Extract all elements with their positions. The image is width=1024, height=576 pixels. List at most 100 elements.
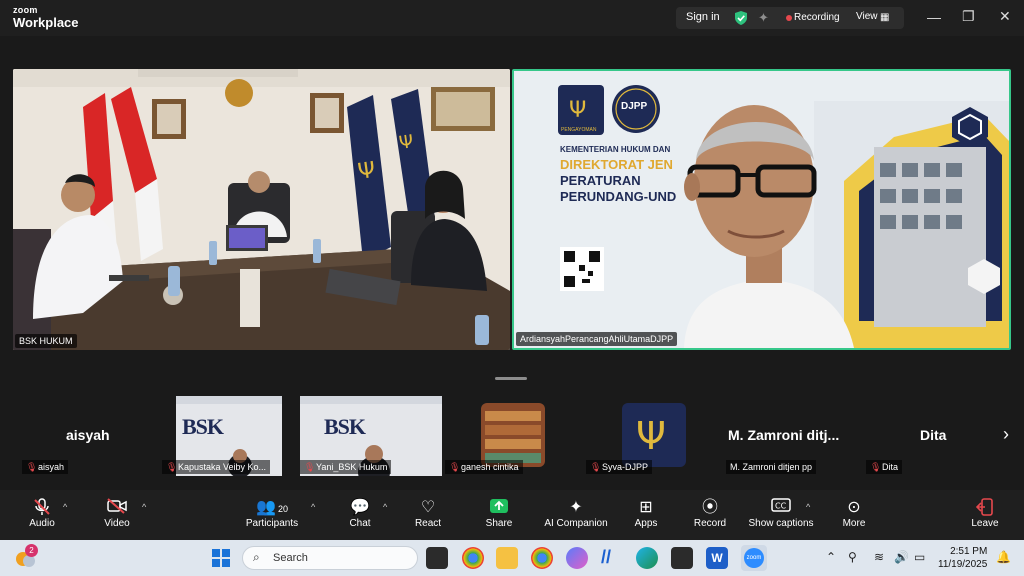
resize-handle[interactable] bbox=[495, 377, 527, 380]
mic-muted-icon bbox=[26, 498, 58, 518]
windows-taskbar: 2 ⌕ Search // W zoom ⌃ ⚲ ≋ 🔊 ▭ 2:51 PM 1… bbox=[0, 540, 1024, 576]
video-label: Video bbox=[104, 518, 130, 529]
search-placeholder: Search bbox=[273, 552, 308, 564]
clock-time: 2:51 PM bbox=[950, 546, 988, 557]
video-tile-active-speaker[interactable]: Ψ KEMENTERIAN HUKUM DAN DIREKTORAT JEN P… bbox=[512, 69, 1011, 350]
notification-badge: 2 bbox=[25, 544, 38, 557]
leave-button[interactable]: Leave bbox=[970, 498, 1000, 529]
participant-label-text: M. Zamroni ditjen pp bbox=[730, 462, 813, 472]
participant-display-name: Dita bbox=[920, 427, 947, 443]
grid-view-icon[interactable]: ▦ bbox=[880, 12, 889, 23]
share-label: Share bbox=[485, 518, 513, 529]
video-off-icon bbox=[101, 498, 133, 518]
zoom-app-icon-active[interactable]: zoom bbox=[741, 545, 767, 571]
participant-label-text: Kapustaka Veiby Ko... bbox=[178, 462, 267, 472]
notifications-bell-icon[interactable]: 🔔 bbox=[996, 550, 1011, 564]
chat-label: Chat bbox=[349, 518, 371, 529]
copilot-icon[interactable] bbox=[566, 547, 588, 569]
ai-companion-button[interactable]: ✦ AI Companion bbox=[544, 498, 608, 529]
participant-avatar-image bbox=[481, 403, 545, 467]
title-bar: zoom Workplace Sign in ✦ Recording View … bbox=[0, 0, 1024, 36]
audio-button[interactable]: Audio bbox=[26, 498, 58, 529]
location-icon[interactable]: ⚲ bbox=[848, 550, 857, 564]
task-view-icon[interactable] bbox=[426, 547, 448, 569]
more-label: More bbox=[842, 518, 866, 529]
slide-line-4: PERUNDANG-UND bbox=[560, 189, 677, 204]
participant-label-text: Syva-DJPP bbox=[602, 462, 649, 472]
recording-indicator-icon bbox=[786, 15, 792, 21]
chrome-profile-icon[interactable] bbox=[531, 547, 553, 569]
security-shield-icon[interactable] bbox=[735, 11, 747, 25]
chat-options-caret-icon[interactable]: ^ bbox=[383, 502, 387, 512]
video-options-caret-icon[interactable]: ^ bbox=[142, 502, 146, 512]
chat-icon: 💬 bbox=[350, 499, 370, 516]
system-clock[interactable]: 2:51 PM 11/19/2025 bbox=[938, 545, 987, 571]
sign-in-button[interactable]: Sign in bbox=[686, 11, 720, 23]
participants-options-caret-icon[interactable]: ^ bbox=[311, 502, 315, 512]
show-hidden-icons-chevron[interactable]: ⌃ bbox=[826, 550, 836, 564]
more-button[interactable]: ⊙ More bbox=[840, 498, 868, 529]
mic-muted-icon: 🎙 bbox=[166, 462, 178, 472]
app-slash-icon[interactable]: // bbox=[601, 547, 623, 569]
recording-status[interactable]: Recording bbox=[794, 12, 840, 23]
participant-tile[interactable]: 🎙 ganesh cintika bbox=[445, 396, 583, 476]
participant-label-text: ganesh cintika bbox=[461, 462, 519, 472]
wifi-icon[interactable]: ≋ bbox=[874, 550, 884, 564]
windows-start-icon[interactable] bbox=[212, 549, 230, 572]
participants-icon: 👥 20 bbox=[256, 499, 288, 516]
ai-sparkle-icon: ✦ bbox=[569, 499, 583, 516]
view-button[interactable]: View bbox=[856, 11, 878, 22]
audio-options-caret-icon[interactable]: ^ bbox=[63, 502, 67, 512]
chrome-icon[interactable] bbox=[462, 547, 484, 569]
leave-door-icon bbox=[970, 498, 1000, 518]
more-dots-icon: ⊙ bbox=[847, 499, 861, 516]
participants-button[interactable]: 👥 20 Participants bbox=[244, 498, 300, 529]
participant-name-label: 🎙 Dita bbox=[866, 460, 903, 474]
react-button[interactable]: ♡ React bbox=[412, 498, 444, 529]
participant-tile[interactable]: aisyah 🎙 aisyah bbox=[18, 396, 158, 476]
close-icon[interactable]: ✕ bbox=[999, 8, 1011, 25]
apps-button[interactable]: ⊞ Apps bbox=[632, 498, 660, 529]
chat-button[interactable]: 💬 Chat bbox=[346, 498, 374, 529]
edge-icon[interactable] bbox=[636, 547, 658, 569]
svg-text:Ψ: Ψ bbox=[356, 158, 377, 185]
record-label: Record bbox=[693, 518, 727, 529]
pengayoman-logo-avatar: Ψ bbox=[622, 403, 686, 467]
svg-text:Ψ: Ψ bbox=[636, 414, 666, 458]
participant-tile[interactable]: Dita 🎙 Dita bbox=[866, 396, 986, 476]
weather-widget-icon[interactable]: 2 bbox=[14, 544, 38, 569]
svg-text:CC: CC bbox=[775, 502, 787, 511]
mic-muted-icon: 🎙 bbox=[304, 462, 316, 472]
word-icon[interactable]: W bbox=[706, 547, 728, 569]
participant-name-label: M. Zamroni ditjen pp bbox=[726, 460, 817, 474]
file-explorer-icon[interactable] bbox=[496, 547, 518, 569]
sticky-notes-icon[interactable] bbox=[671, 547, 693, 569]
minimize-icon[interactable]: — bbox=[927, 9, 941, 25]
taskbar-search-box[interactable]: ⌕ Search bbox=[242, 546, 418, 570]
slide-line-2: DIREKTORAT JEN bbox=[560, 157, 673, 172]
participant-name-label: 🎙 aisyah bbox=[22, 460, 69, 474]
next-page-chevron-icon[interactable]: › bbox=[1003, 424, 1009, 445]
show-captions-button[interactable]: CC Show captions bbox=[748, 498, 814, 529]
battery-icon[interactable]: ▭ bbox=[914, 550, 925, 564]
participant-tile[interactable]: BSK 🎙 Kapustaka Veiby Ko... bbox=[162, 396, 284, 476]
participant-name-label: BSK HUKUM bbox=[15, 334, 77, 348]
volume-icon[interactable]: 🔊 bbox=[894, 550, 909, 564]
participant-tile[interactable]: Ψ 🎙 Syva-DJPP bbox=[586, 396, 724, 476]
zoom-workplace-logo: zoom Workplace bbox=[13, 6, 79, 30]
captions-options-caret-icon[interactable]: ^ bbox=[806, 502, 810, 512]
participant-display-name: aisyah bbox=[66, 427, 110, 443]
video-button[interactable]: Video bbox=[101, 498, 133, 529]
share-button[interactable]: Share bbox=[484, 498, 514, 529]
restore-icon[interactable]: ❐ bbox=[962, 8, 975, 25]
ai-sparkle-icon[interactable]: ✦ bbox=[758, 10, 769, 26]
participant-tile[interactable]: BSK 🎙 Yani_BSK Hukum bbox=[300, 396, 442, 476]
participant-tile[interactable]: M. Zamroni ditj... M. Zamroni ditjen pp bbox=[726, 396, 864, 476]
video-tile-room[interactable]: Ψ Ψ BSK HUKUM bbox=[13, 69, 510, 350]
mic-muted-icon: 🎙 bbox=[870, 462, 882, 472]
record-button[interactable]: ⦿ Record bbox=[692, 498, 728, 529]
slide-line-3: PERATURAN bbox=[560, 173, 641, 188]
apps-icon: ⊞ bbox=[639, 499, 653, 516]
participant-display-name: M. Zamroni ditj... bbox=[728, 427, 840, 443]
clock-date: 11/19/2025 bbox=[938, 559, 988, 570]
